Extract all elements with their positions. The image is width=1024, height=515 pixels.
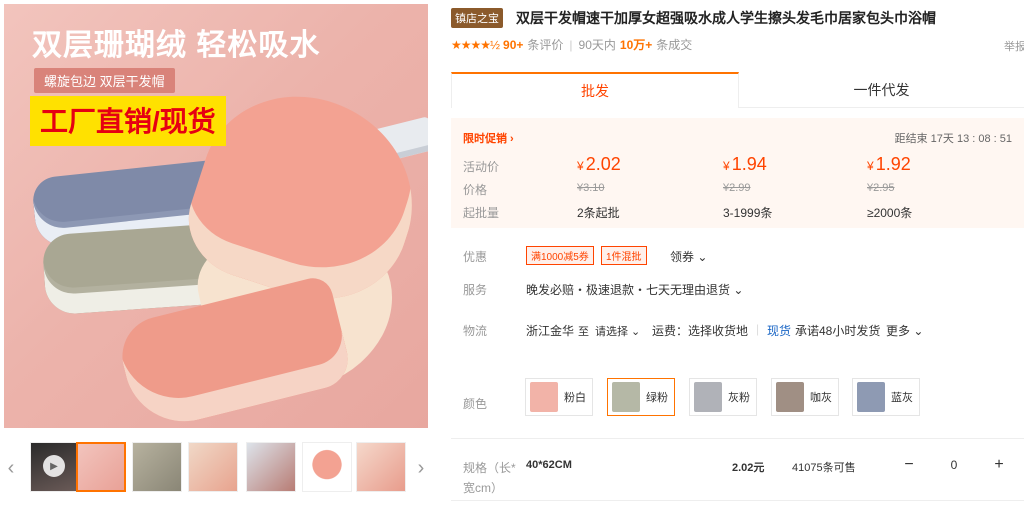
mixed-batch-badge[interactable]: 1件混批 — [601, 246, 647, 265]
promo-label[interactable]: 限时促销 › — [463, 130, 514, 146]
tier-2-price: ¥1.94 — [723, 154, 767, 175]
color-swatch-image — [857, 382, 885, 412]
color-option-4[interactable]: 咖灰 — [771, 378, 839, 416]
min-qty-label: 起批量 — [463, 206, 500, 220]
hero-title: 双层珊瑚绒 轻松吸水 — [32, 29, 321, 62]
color-swatch-image — [776, 382, 804, 412]
color-option-label: 绿粉 — [646, 392, 668, 404]
main-product-image[interactable]: 双层珊瑚绒 轻松吸水 螺旋包边 双层干发帽 工厂直销/现货 — [4, 4, 428, 428]
logistics-label: 物流 — [463, 324, 488, 338]
tier-2-original-price: ¥2.99 — [723, 182, 751, 194]
currency-symbol: ¥ — [723, 159, 730, 173]
product-title: 双层干发帽速干加厚女超强吸水成人学生擦头发毛巾居家包头巾浴帽 — [516, 10, 936, 26]
ship-from: 浙江金华 — [526, 324, 575, 338]
thumbnail-next-arrow[interactable]: › — [414, 440, 428, 496]
thumbnail-5[interactable] — [302, 442, 352, 492]
color-option-3[interactable]: 灰粉 — [689, 378, 757, 416]
tier-1-price-value: 2.02 — [585, 154, 621, 174]
color-option-label: 咖灰 — [810, 392, 832, 404]
thumbnail-video[interactable]: ▶ — [30, 442, 80, 492]
coupon-badge[interactable]: 满1000减5券 — [526, 246, 594, 265]
currency-symbol: ¥ — [867, 159, 874, 173]
rating-row: ★★★★½ 90+ 条评价 | 90天内 10万+ 条成交 — [451, 36, 692, 53]
thumbnail-4[interactable] — [246, 442, 296, 492]
hero-ribbon: 工厂直销/现货 — [30, 96, 226, 146]
thumbnail-strip: ‹ ▶ › — [4, 440, 428, 496]
tier-1-qty: 2条起批 — [577, 206, 620, 220]
quantity-stepper: − 0 + — [896, 452, 1012, 478]
claim-coupon-link[interactable]: 领券 ⌄ — [670, 248, 707, 265]
tab-wholesale[interactable]: 批发 — [451, 72, 739, 108]
decrease-quantity-button[interactable]: − — [896, 452, 922, 478]
sales-count: 10万+ — [619, 38, 653, 52]
original-price-label: 价格 — [463, 183, 488, 197]
color-option-1[interactable]: 粉白 — [525, 378, 593, 416]
review-count[interactable]: 90+ — [503, 38, 523, 52]
tab-dropship[interactable]: 一件代发 — [739, 72, 1024, 108]
spec-value: 40*62CM — [526, 459, 572, 471]
shipping-promise: 承诺48小时发货 — [795, 324, 881, 338]
promo-price-panel: 限时促销 › 距结束 17天 13 : 08 : 51 活动价 价格 起批量 ¥… — [451, 118, 1024, 228]
thumbnail-3[interactable] — [188, 442, 238, 492]
tier-1-original-price: ¥3.10 — [577, 182, 605, 194]
color-option-5[interactable]: 蓝灰 — [852, 378, 920, 416]
spec-stock: 41075条可售 — [792, 462, 856, 474]
thumbnail-1[interactable] — [76, 442, 126, 492]
tier-1-price: ¥2.02 — [577, 154, 621, 175]
thumbnail-6[interactable] — [356, 442, 406, 492]
hero-tag: 螺旋包边 双层干发帽 — [34, 68, 175, 93]
destination-select[interactable]: 请选择 ⌄ — [595, 323, 640, 339]
star-rating-icon: ★★★★½ — [451, 37, 500, 52]
review-label: 条评价 — [527, 38, 564, 52]
color-option-2[interactable]: 绿粉 — [607, 378, 675, 416]
spec-price: 2.02元 — [732, 462, 765, 474]
thumbnail-prev-arrow[interactable]: ‹ — [4, 440, 18, 496]
tier-3-price-value: 1.92 — [875, 154, 911, 174]
color-swatch-image — [530, 382, 558, 412]
spec-label: 规格（长*宽cm） — [463, 461, 516, 495]
color-swatch-image — [612, 382, 640, 412]
color-label: 颜色 — [463, 397, 488, 411]
tier-2-qty: 3-1999条 — [723, 206, 773, 220]
logistics-more-link[interactable]: 更多 ⌄ — [886, 322, 923, 339]
active-price-label: 活动价 — [463, 160, 500, 174]
ship-to-label: 至 — [578, 326, 589, 338]
product-page: 双层珊瑚绒 轻松吸水 螺旋包边 双层干发帽 工厂直销/现货 ‹ ▶ › 镇店之宝 — [0, 0, 1024, 515]
color-option-label: 粉白 — [564, 392, 586, 404]
divider — [451, 438, 1024, 439]
promo-countdown: 距结束 17天 13 : 08 : 51 — [894, 133, 1012, 145]
color-swatch-image — [694, 382, 722, 412]
tier-2-price-value: 1.94 — [731, 154, 767, 174]
benefits-label: 优惠 — [463, 250, 488, 264]
shop-badge: 镇店之宝 — [451, 8, 503, 28]
thumbnail-2[interactable] — [132, 442, 182, 492]
currency-symbol: ¥ — [577, 159, 584, 173]
purchase-mode-tabs: 批发 一件代发 — [451, 72, 1024, 108]
service-guarantees[interactable]: 晚发必赔・极速退款・七天无理由退货 ⌄ — [526, 281, 743, 298]
quantity-input[interactable]: 0 — [922, 458, 986, 472]
tier-3-original-price: ¥2.95 — [867, 182, 895, 194]
divider — [451, 500, 1024, 501]
shipping-fee: 运费：选择收货地 — [652, 324, 749, 338]
divider: | — [756, 322, 760, 336]
play-icon: ▶ — [43, 455, 65, 477]
color-option-label: 灰粉 — [728, 392, 750, 404]
divider: | — [569, 37, 573, 52]
service-label: 服务 — [463, 283, 488, 297]
color-option-label: 蓝灰 — [891, 392, 913, 404]
report-link[interactable]: 举报 — [1004, 38, 1024, 54]
sales-prefix: 90天内 — [578, 38, 616, 52]
sales-label: 条成交 — [656, 38, 693, 52]
tier-3-price: ¥1.92 — [867, 154, 911, 175]
increase-quantity-button[interactable]: + — [986, 452, 1012, 478]
tier-3-qty: ≥2000条 — [867, 206, 913, 220]
stock-status: 现货 — [767, 324, 792, 338]
